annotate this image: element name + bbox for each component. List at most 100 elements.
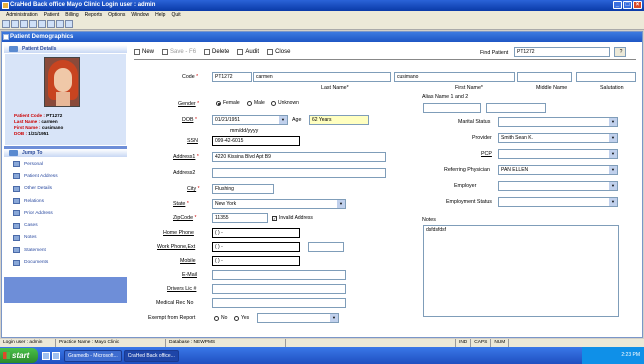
billing-icon[interactable] xyxy=(20,20,28,28)
middle-name-field[interactable] xyxy=(517,72,572,82)
patient-details-title: Patient Details xyxy=(22,46,57,52)
save-button[interactable]: Save - F6 xyxy=(162,49,196,55)
last-name-label: Last Name* xyxy=(321,85,349,91)
jump-cases[interactable]: Cases xyxy=(5,219,126,231)
jump-statement[interactable]: Statement xyxy=(5,244,126,256)
jump-documents[interactable]: Documents xyxy=(5,256,126,268)
menu-reports[interactable]: Reports xyxy=(85,11,103,19)
jump-prior-address[interactable]: Prior Address xyxy=(5,207,126,219)
gender-female-radio[interactable]: Female xyxy=(216,100,240,106)
gender-male-radio[interactable]: Male xyxy=(247,100,265,106)
menu-window[interactable]: Window xyxy=(131,11,149,19)
jump-to-header[interactable]: Jump To xyxy=(4,149,127,157)
relations-icon xyxy=(13,198,20,205)
email-field[interactable] xyxy=(212,270,346,280)
city-label: City * xyxy=(187,186,200,192)
jump-to-title: Jump To xyxy=(22,150,43,156)
employment-select[interactable]: ▼ xyxy=(498,197,618,207)
marital-select[interactable]: ▼ xyxy=(498,117,618,127)
menu-options[interactable]: Options xyxy=(108,11,125,19)
address1-field[interactable]: 4220 Kissina Blvd Apt B9 xyxy=(212,152,386,162)
jump-relations[interactable]: Relations xyxy=(5,195,126,207)
task-gramedb[interactable]: Gramedb - Microsoft... xyxy=(64,349,122,362)
chevron-down-icon: ▼ xyxy=(609,198,617,206)
user-icon[interactable] xyxy=(56,20,64,28)
status-bar: Login user : admin Practice Name : Mayo … xyxy=(0,339,644,347)
quicklaunch-icon[interactable] xyxy=(52,351,60,360)
drivers-lic-field[interactable] xyxy=(212,284,346,294)
statement-icon xyxy=(13,247,20,254)
menu-help[interactable]: Help xyxy=(155,11,165,19)
patient-icon[interactable] xyxy=(11,20,19,28)
menu-quit[interactable]: Quit xyxy=(171,11,180,19)
code-field[interactable]: PT1272 xyxy=(212,72,252,82)
provider-select[interactable]: Smith Sean K. ▼ xyxy=(498,133,618,143)
alias-name-1-field[interactable] xyxy=(423,103,481,113)
patient-first: cusimano xyxy=(41,125,64,130)
settings-icon[interactable] xyxy=(65,20,73,28)
quicklaunch-icon[interactable] xyxy=(42,351,50,360)
maximize-button[interactable]: □ xyxy=(623,1,632,9)
jump-notes[interactable]: Notes xyxy=(5,232,126,244)
find-patient-input[interactable]: PT1272 xyxy=(514,47,610,57)
app-toolbar xyxy=(0,19,644,30)
work-ext-field[interactable] xyxy=(308,242,344,252)
home-icon[interactable] xyxy=(2,20,10,28)
minimize-button[interactable]: _ xyxy=(613,1,622,9)
mobile-label: Mobile xyxy=(180,258,196,264)
marital-label: Marital Status xyxy=(458,119,491,125)
state-select[interactable]: New York ▼ xyxy=(212,199,346,209)
find-patient-label: Find Patient xyxy=(480,50,509,56)
menu-administration[interactable]: Administration xyxy=(6,11,38,19)
form-toolbar: New Save - F6 Delete Audit Close xyxy=(134,49,290,55)
exempt-select[interactable]: ▼ xyxy=(257,313,339,323)
cases-icon xyxy=(13,222,20,229)
alias-name-2-field[interactable] xyxy=(486,103,546,113)
provider-label: Provider xyxy=(472,135,492,141)
chevron-down-icon: ▼ xyxy=(609,134,617,142)
address2-field[interactable] xyxy=(212,168,386,178)
status-caps: CAPS xyxy=(471,339,492,347)
audit-button[interactable]: Audit xyxy=(237,49,259,55)
exempt-no-radio[interactable]: No xyxy=(214,315,227,321)
invalid-address-checkbox[interactable]: ✓ Invalid Address xyxy=(272,215,313,221)
referring-select[interactable]: PAN ELLEN ▼ xyxy=(498,165,618,175)
home-phone-field[interactable]: ( ) - xyxy=(212,228,300,238)
salutation-field[interactable] xyxy=(576,72,636,82)
close-button[interactable]: Close xyxy=(267,49,290,55)
ssn-field[interactable]: 099-42-6015 xyxy=(212,136,300,146)
dob-field[interactable]: 01/21/1951 ▼ xyxy=(212,115,288,125)
demographics-form: New Save - F6 Delete Audit Close Find Pa… xyxy=(130,45,642,337)
city-field[interactable]: Flushing xyxy=(212,184,274,194)
refresh-icon[interactable] xyxy=(29,20,37,28)
employer-select[interactable]: ▼ xyxy=(498,181,618,191)
notes-textarea[interactable]: dsfdsfdsf xyxy=(423,225,619,317)
task-backoffice[interactable]: CraHed Back office... xyxy=(123,349,179,362)
jump-other-details[interactable]: Other Details xyxy=(5,183,126,195)
app-titlebar: CraHed Back office Mayo Clinic Login use… xyxy=(0,0,644,11)
work-phone-field[interactable]: ( ) - xyxy=(212,242,300,252)
mobile-field[interactable]: ( ) - xyxy=(212,256,300,266)
first-name-field[interactable]: cusimano xyxy=(394,72,515,82)
documents-icon xyxy=(13,259,20,266)
jump-personal[interactable]: Personal xyxy=(5,158,126,170)
pcp-select[interactable]: ▼ xyxy=(498,149,618,159)
menu-patient[interactable]: Patient xyxy=(44,11,60,19)
medical-rec-field[interactable] xyxy=(212,298,346,308)
find-patient-button[interactable]: ? xyxy=(614,47,626,57)
exempt-yes-radio[interactable]: Yes xyxy=(234,315,249,321)
age-field: 62 Years xyxy=(309,115,369,125)
report-icon[interactable] xyxy=(38,20,46,28)
print-icon[interactable] xyxy=(47,20,55,28)
menu-billing[interactable]: Billing xyxy=(65,11,78,19)
zip-field[interactable]: 11355 xyxy=(212,213,268,223)
jump-patient-address[interactable]: Patient Address xyxy=(5,170,126,182)
patient-details-header[interactable]: Patient Details xyxy=(4,45,127,53)
delete-button[interactable]: Delete xyxy=(204,49,229,55)
gender-unknown-radio[interactable]: Unknown xyxy=(271,100,299,106)
new-button[interactable]: New xyxy=(134,49,154,55)
start-button[interactable]: start xyxy=(0,348,38,363)
last-name-field[interactable]: carmen xyxy=(253,72,391,82)
salutation-label: Salutation xyxy=(600,85,624,91)
close-window-button[interactable]: × xyxy=(633,1,642,9)
